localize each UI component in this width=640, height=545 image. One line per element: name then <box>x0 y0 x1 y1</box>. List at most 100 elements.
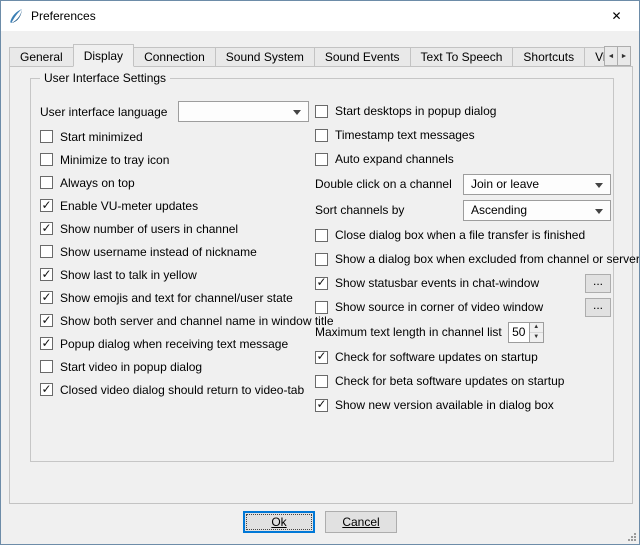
statusbar-events-options-button[interactable]: ... <box>585 274 611 293</box>
checkbox[interactable] <box>40 245 53 258</box>
spinner-arrows: ▲ ▼ <box>529 323 543 342</box>
check-mark: ✓ <box>41 337 51 349</box>
tab-sound-system[interactable]: Sound System <box>215 47 315 67</box>
checkbox-emojis-text[interactable]: ✓ Show emojis and text for channel/user … <box>40 286 314 309</box>
checkbox[interactable]: ✓ <box>315 277 328 290</box>
tab-label: Sound System <box>226 50 304 64</box>
checkbox[interactable] <box>315 301 328 314</box>
sort-channels-row: Sort channels by Ascending <box>315 197 611 223</box>
checkbox-label: Check for software updates on startup <box>335 350 538 364</box>
checkbox-closed-video-return[interactable]: ✓ Closed video dialog should return to v… <box>40 378 314 401</box>
display-tab-page: User Interface Settings User interface l… <box>9 66 633 504</box>
ui-settings-group: User Interface Settings User interface l… <box>30 78 614 462</box>
checkbox-label: Auto expand channels <box>335 152 454 166</box>
checkbox-always-on-top[interactable]: Always on top <box>40 171 314 194</box>
check-mark: ✓ <box>41 383 51 395</box>
checkbox-video-source-corner[interactable]: Show source in corner of video window ..… <box>315 295 611 319</box>
resize-grip-icon[interactable] <box>626 531 637 542</box>
cancel-button-label: Cancel <box>342 515 379 529</box>
checkbox-label: Show number of users in channel <box>60 222 238 236</box>
checkbox-last-to-talk[interactable]: ✓ Show last to talk in yellow <box>40 263 314 286</box>
language-row: User interface language <box>40 99 314 125</box>
checkbox[interactable]: ✓ <box>40 199 53 212</box>
checkbox-timestamp-messages[interactable]: Timestamp text messages <box>315 123 611 147</box>
tab-connection[interactable]: Connection <box>133 47 216 67</box>
sort-channels-label: Sort channels by <box>315 203 404 217</box>
checkbox[interactable]: ✓ <box>315 399 328 412</box>
checkbox-label: Show emojis and text for channel/user st… <box>60 291 293 305</box>
spin-up-icon[interactable]: ▲ <box>530 323 543 333</box>
checkbox[interactable]: ✓ <box>40 222 53 235</box>
checkbox-show-username[interactable]: Show username instead of nickname <box>40 240 314 263</box>
sort-channels-select[interactable]: Ascending <box>463 200 611 221</box>
checkbox-statusbar-events[interactable]: ✓ Show statusbar events in chat-window .… <box>315 271 611 295</box>
right-column: Start desktops in popup dialog Timestamp… <box>315 99 611 417</box>
max-text-length-spinner[interactable]: 50 ▲ ▼ <box>508 322 544 343</box>
chevron-down-icon <box>595 209 603 218</box>
checkbox[interactable]: ✓ <box>40 337 53 350</box>
checkbox[interactable] <box>40 360 53 373</box>
checkbox[interactable]: ✓ <box>315 351 328 364</box>
tab-text-to-speech[interactable]: Text To Speech <box>410 47 514 67</box>
app-icon <box>8 8 24 24</box>
spin-down-icon[interactable]: ▼ <box>530 333 543 342</box>
close-icon[interactable]: ✕ <box>594 1 639 30</box>
checkbox-auto-expand-channels[interactable]: Auto expand channels <box>315 147 611 171</box>
title-bar[interactable]: Preferences ✕ <box>1 1 639 31</box>
language-label: User interface language <box>40 105 167 119</box>
checkbox-vu-meter-updates[interactable]: ✓ Enable VU-meter updates <box>40 194 314 217</box>
ok-button[interactable]: Ok <box>243 511 315 533</box>
tab-scroll-left-icon[interactable]: ◄ <box>604 46 618 66</box>
checkbox-check-beta-updates[interactable]: Check for beta software updates on start… <box>315 369 611 393</box>
check-mark: ✓ <box>41 291 51 303</box>
left-column: User interface language Start minimized … <box>40 99 314 401</box>
checkbox[interactable] <box>40 176 53 189</box>
checkbox-close-on-transfer[interactable]: Close dialog box when a file transfer is… <box>315 223 611 247</box>
checkbox[interactable]: ✓ <box>40 383 53 396</box>
checkbox[interactable] <box>40 153 53 166</box>
tab-shortcuts[interactable]: Shortcuts <box>512 47 585 67</box>
checkbox-new-version-dialog[interactable]: ✓ Show new version available in dialog b… <box>315 393 611 417</box>
checkbox-label: Show new version available in dialog box <box>335 398 554 412</box>
checkbox-popup-text-message[interactable]: ✓ Popup dialog when receiving text messa… <box>40 332 314 355</box>
video-source-options-button[interactable]: ... <box>585 298 611 317</box>
checkbox[interactable]: ✓ <box>40 314 53 327</box>
checkbox-label: Close dialog box when a file transfer is… <box>335 228 585 242</box>
tab-label: Connection <box>144 50 205 64</box>
tab-general[interactable]: General <box>9 47 74 67</box>
checkbox[interactable] <box>315 153 328 166</box>
checkbox[interactable] <box>315 375 328 388</box>
check-mark: ✓ <box>316 350 326 362</box>
checkbox[interactable] <box>315 229 328 242</box>
checkbox-minimize-to-tray[interactable]: Minimize to tray icon <box>40 148 314 171</box>
checkbox-check-updates[interactable]: ✓ Check for software updates on startup <box>315 345 611 369</box>
tab-strip: General Display Connection Sound System … <box>9 44 610 67</box>
double-click-row: Double click on a channel Join or leave <box>315 171 611 197</box>
checkbox[interactable] <box>315 253 328 266</box>
checkbox-window-title[interactable]: ✓ Show both server and channel name in w… <box>40 309 314 332</box>
checkbox-video-popup[interactable]: Start video in popup dialog <box>40 355 314 378</box>
checkbox-show-user-count[interactable]: ✓ Show number of users in channel <box>40 217 314 240</box>
chevron-down-icon <box>595 183 603 192</box>
tab-display[interactable]: Display <box>73 44 134 67</box>
checkbox-label: Start desktops in popup dialog <box>335 104 496 118</box>
checkbox[interactable] <box>315 105 328 118</box>
double-click-select[interactable]: Join or leave <box>463 174 611 195</box>
checkbox-excluded-dialog[interactable]: Show a dialog box when excluded from cha… <box>315 247 611 271</box>
language-select[interactable] <box>178 101 309 122</box>
checkbox[interactable] <box>40 130 53 143</box>
tab-scroll-right-icon[interactable]: ► <box>617 46 631 66</box>
checkbox-label: Show a dialog box when excluded from cha… <box>335 252 640 266</box>
check-mark: ✓ <box>41 222 51 234</box>
checkbox[interactable] <box>315 129 328 142</box>
tab-sound-events[interactable]: Sound Events <box>314 47 411 67</box>
preferences-window: Preferences ✕ General Display Connection… <box>0 0 640 545</box>
checkbox-label: Show statusbar events in chat-window <box>335 276 539 290</box>
checkbox[interactable]: ✓ <box>40 268 53 281</box>
checkbox-start-minimized[interactable]: Start minimized <box>40 125 314 148</box>
checkbox-label: Start minimized <box>60 130 143 144</box>
cancel-button[interactable]: Cancel <box>325 511 397 533</box>
checkbox[interactable]: ✓ <box>40 291 53 304</box>
ok-button-label: Ok <box>271 515 286 529</box>
checkbox-desktops-popup[interactable]: Start desktops in popup dialog <box>315 99 611 123</box>
